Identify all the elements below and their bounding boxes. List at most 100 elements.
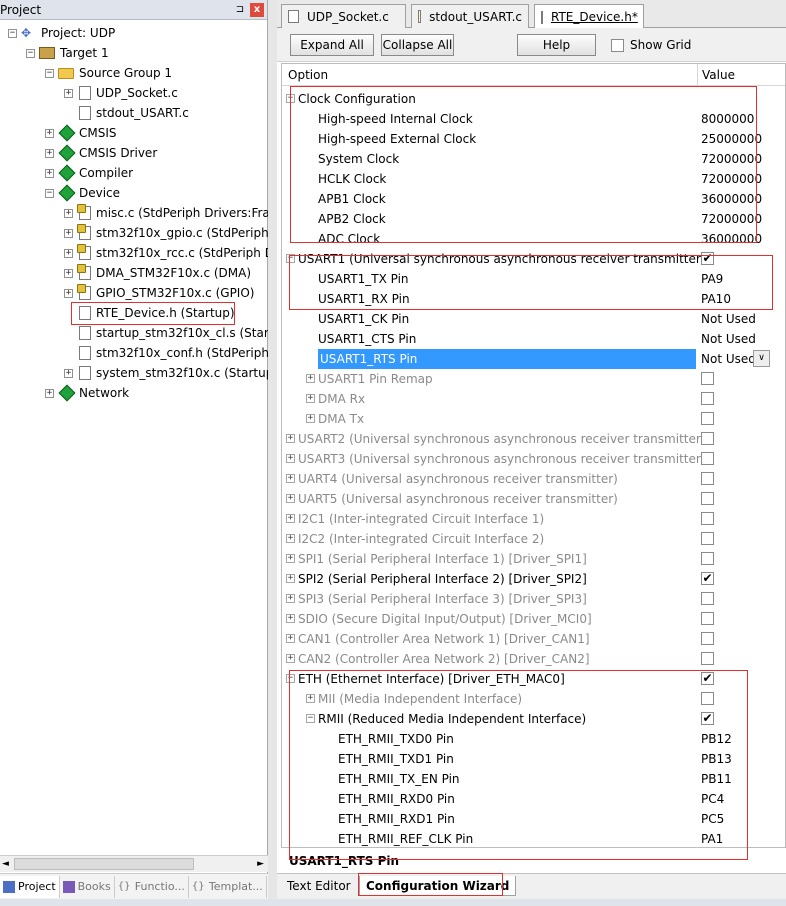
table-row[interactable]: − ETH (Ethernet Interface) [Driver_ETH_MA… [282,669,785,689]
tree-expander[interactable]: − [45,188,54,198]
tree-item[interactable]: + stm32f10x_rcc.c (StdPeriph Drivers:RCC) [64,243,268,263]
table-row[interactable]: − USART1 (Universal synchronous asynchron… [282,249,785,269]
table-row[interactable]: USART1_RX Pin PA10 [282,289,785,309]
table-row[interactable]: + MII (Media Independent Interface) [282,689,785,709]
table-row[interactable]: + UART5 (Universal asynchronous receiver … [282,489,785,509]
horizontal-scrollbar[interactable]: ◄ ► [0,855,268,872]
table-row[interactable]: + SPI1 (Serial Peripheral Interface 1) [D… [282,549,785,569]
row-expander[interactable]: + [286,654,295,663]
table-row[interactable]: USART1_RTS Pin Not Used ∨ [282,349,785,369]
option-value[interactable]: 72000000 [701,169,762,189]
tree-expander[interactable]: + [64,268,73,278]
row-expander[interactable]: + [286,594,295,603]
row-expander[interactable]: + [286,474,295,483]
show-grid-checkbox[interactable] [611,38,624,52]
tree-item[interactable]: + system_stm32f10x.c (Startup) [64,363,268,383]
option-checkbox[interactable] [701,512,714,525]
option-value[interactable]: PA10 [701,289,731,309]
table-row[interactable]: ETH_RMII_REF_CLK Pin PA1 [282,829,785,847]
table-row[interactable]: − Clock Configuration [282,89,785,109]
row-expander[interactable]: + [286,514,295,523]
table-row[interactable]: − RMII (Reduced Media Independent Interfa… [282,709,785,729]
tree-expander[interactable]: + [64,228,73,238]
option-checkbox[interactable] [701,612,714,625]
tree-item[interactable]: + misc.c (StdPeriph Drivers:Framework) [64,203,268,223]
table-row[interactable]: ETH_RMII_RXD1 Pin PC5 [282,809,785,829]
table-row[interactable]: USART1_CK Pin Not Used [282,309,785,329]
tree-item[interactable]: startup_stm32f10x_cl.s (Startup) [64,323,268,343]
tree-item[interactable]: + CMSIS Driver [45,143,157,163]
table-row[interactable]: System Clock 72000000 [282,149,785,169]
table-row[interactable]: + SPI2 (Serial Peripheral Interface 2) [D… [282,569,785,589]
tree-item[interactable]: − Device [45,183,120,203]
option-column-header[interactable]: Option [282,64,698,85]
row-expander[interactable]: + [306,414,315,423]
tree-expander[interactable]: + [45,388,54,398]
tree-expander[interactable]: + [45,168,54,178]
tree-item[interactable]: + CMSIS [45,123,117,143]
option-value[interactable]: 36000000 [701,189,762,209]
table-row[interactable]: APB1 Clock 36000000 [282,189,785,209]
row-expander[interactable]: + [286,494,295,503]
option-checkbox[interactable] [701,652,714,665]
option-value[interactable]: PB11 [701,769,732,789]
option-checkbox[interactable] [701,692,714,705]
row-expander[interactable]: + [286,434,295,443]
table-row[interactable]: + CAN2 (Controller Area Network 2) [Drive… [282,649,785,669]
table-row[interactable]: USART1_TX Pin PA9 [282,269,785,289]
row-expander[interactable]: + [286,614,295,623]
tree-item[interactable]: + Network [45,383,129,403]
option-value[interactable]: PA1 [701,829,723,847]
option-checkbox[interactable]: ✔ [701,572,714,585]
panel-tab-functio[interactable]: {} Functio... [115,875,189,898]
option-checkbox[interactable] [701,552,714,565]
option-value[interactable]: 36000000 [701,229,762,249]
table-row[interactable]: USART1_CTS Pin Not Used [282,329,785,349]
pin-icon[interactable]: ⊐ [233,4,247,15]
option-value[interactable]: PB13 [701,749,732,769]
option-checkbox[interactable]: ✔ [701,672,714,685]
tree-item[interactable]: RTE_Device.h (Startup) [64,303,235,323]
option-checkbox[interactable] [701,492,714,505]
row-expander[interactable]: − [306,714,315,723]
table-row[interactable]: + DMA Tx [282,409,785,429]
option-value[interactable]: PB12 [701,729,732,749]
tree-expander[interactable]: + [64,88,73,98]
table-row[interactable]: ETH_RMII_TXD0 Pin PB12 [282,729,785,749]
option-value[interactable]: 72000000 [701,149,762,169]
tree-item[interactable]: + Compiler [45,163,133,183]
show-grid-toggle[interactable]: Show Grid [611,38,691,52]
value-column-header[interactable]: Value [698,64,785,85]
tree-expander[interactable]: − [26,48,35,58]
file-tab[interactable]: stdout_USART.c [411,4,529,28]
row-expander[interactable]: + [306,694,315,703]
row-expander[interactable]: − [286,254,295,263]
option-checkbox[interactable] [701,452,714,465]
table-row[interactable]: ADC Clock 36000000 [282,229,785,249]
view-tab-config-wizard[interactable]: Configuration Wizard [359,876,517,896]
option-value[interactable]: Not Used [701,329,756,349]
table-row[interactable]: ETH_RMII_TX_EN Pin PB11 [282,769,785,789]
tree-item[interactable]: − Target 1 [26,43,109,63]
option-checkbox[interactable] [701,372,714,385]
option-checkbox[interactable]: ✔ [701,712,714,725]
tree-item[interactable]: stdout_USART.c [64,103,189,123]
tree-item[interactable]: − ✥ Project: UDP [8,23,115,43]
table-row[interactable]: ETH_RMII_TXD1 Pin PB13 [282,749,785,769]
option-checkbox[interactable] [701,432,714,445]
panel-tab-templat[interactable]: {} Templat... [189,875,267,898]
option-value[interactable]: PC5 [701,809,724,829]
tree-item[interactable]: + GPIO_STM32F10x.c (GPIO) [64,283,254,303]
option-checkbox[interactable] [701,632,714,645]
dropdown-arrow-icon[interactable]: ∨ [753,350,770,367]
table-row[interactable]: APB2 Clock 72000000 [282,209,785,229]
table-row[interactable]: + CAN1 (Controller Area Network 1) [Drive… [282,629,785,649]
option-value[interactable]: 25000000 [701,129,762,149]
table-row[interactable]: High-speed Internal Clock 8000000 [282,109,785,129]
tree-expander[interactable]: − [45,68,54,78]
option-checkbox[interactable] [701,592,714,605]
row-expander[interactable]: + [306,374,315,383]
table-row[interactable]: + SDIO (Secure Digital Input/Output) [Dri… [282,609,785,629]
option-value[interactable]: PC4 [701,789,724,809]
table-row[interactable]: + DMA Rx [282,389,785,409]
